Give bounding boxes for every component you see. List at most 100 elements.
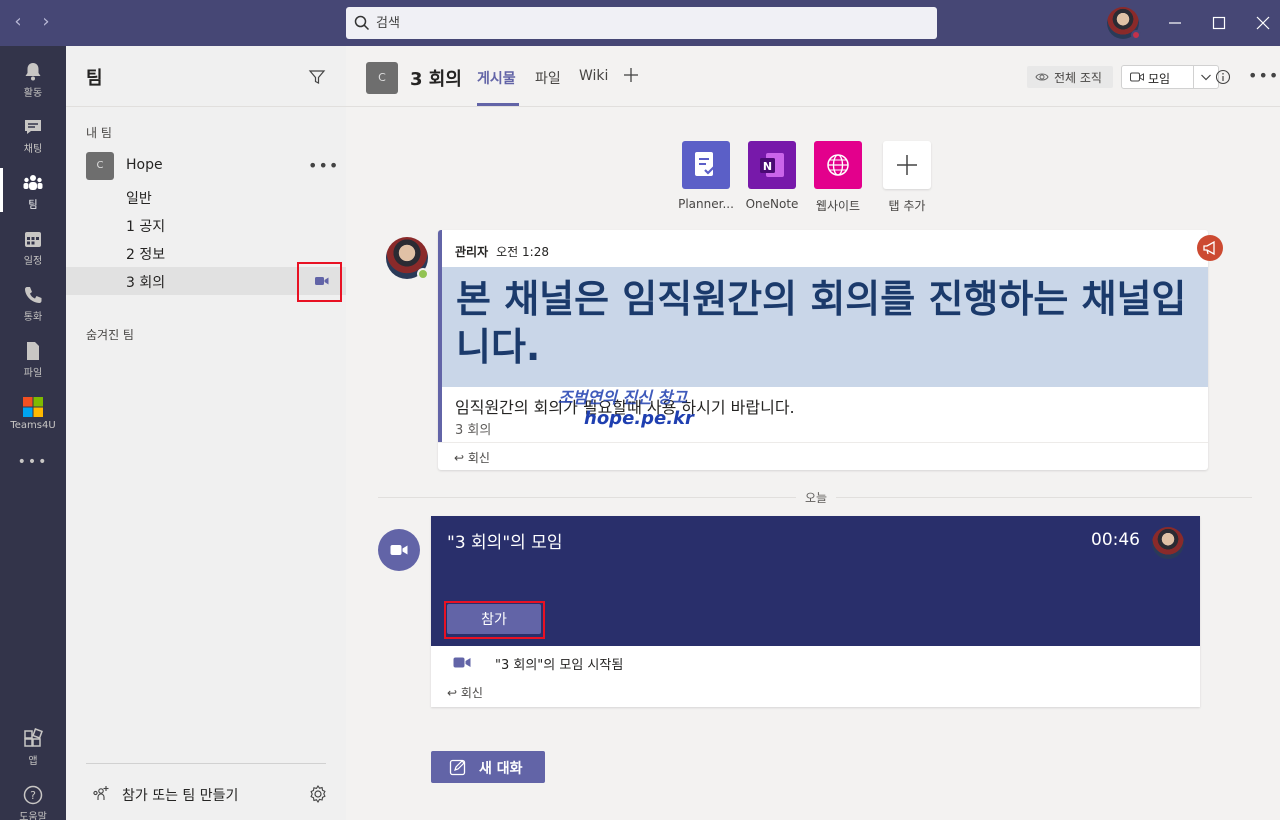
rail-item-chat[interactable]: 채팅 [0, 106, 66, 162]
compose-icon [449, 759, 466, 776]
title-bar: ‹ › [0, 0, 1280, 46]
chevron-down-icon[interactable] [1200, 72, 1212, 82]
team-name: Hope [126, 157, 163, 173]
add-tab-tile[interactable] [883, 141, 931, 189]
channel-item[interactable]: 일반 [66, 183, 346, 211]
rail-item-label: 팀 [28, 200, 38, 211]
filter-icon[interactable] [308, 68, 326, 86]
post-author[interactable]: 관리자 [455, 245, 488, 259]
search-input[interactable] [376, 7, 916, 39]
tab-files[interactable]: 파일 [535, 68, 561, 88]
button-separator [1193, 66, 1194, 88]
planner-icon [695, 152, 716, 176]
onenote-icon: N [760, 153, 784, 177]
info-icon[interactable] [1215, 69, 1231, 85]
rail-item-label: 일정 [23, 256, 43, 267]
planner-app-tile[interactable] [682, 141, 730, 189]
calendar-icon [25, 232, 41, 247]
back-arrow-icon[interactable]: ‹ [8, 12, 28, 32]
gear-icon[interactable] [308, 784, 328, 804]
rail-item-files[interactable]: 파일 [0, 330, 66, 386]
announcement-post: 관리자 오전 1:28 본 채널은 임직원간의 회의를 진행하는 채널입니다. 임… [438, 230, 1223, 470]
org-wide-label: 전체 조직 [1054, 71, 1102, 85]
meeting-banner: "3 회의"의 모임 00:46 참가 [431, 516, 1200, 646]
tab-posts[interactable]: 게시물 [477, 68, 516, 88]
search-icon [354, 15, 370, 31]
org-wide-button[interactable]: 전체 조직 [1027, 66, 1113, 88]
rail-item-teams4u[interactable]: Teams4U [0, 386, 66, 442]
plus-icon [897, 155, 917, 175]
website-app-tile[interactable] [814, 141, 862, 189]
add-tab-icon[interactable] [622, 66, 640, 84]
channel-label: 3 회의 [126, 275, 166, 291]
more-options-icon[interactable]: ••• [1248, 66, 1279, 85]
post-divider [438, 442, 1208, 443]
post-meta: 관리자 오전 1:28 [455, 243, 549, 260]
join-create-team-button[interactable]: 참가 또는 팀 만들기 [86, 782, 336, 806]
user-avatar[interactable] [1107, 7, 1141, 40]
meeting-started-text: "3 회의"의 모임 시작됨 [495, 658, 624, 673]
video-camera-icon [390, 545, 408, 555]
post-channel-tag: 3 회의 [455, 423, 492, 438]
reply-button[interactable]: ↩ 회신 [454, 449, 490, 466]
reply-label: 회신 [460, 686, 483, 700]
new-conversation-button[interactable]: 새 대화 [431, 751, 545, 783]
day-divider-label: 오늘 [796, 489, 836, 506]
phone-icon [25, 287, 42, 303]
onenote-label: OneNote [745, 197, 799, 211]
teams4u-icon [23, 397, 43, 417]
file-icon [27, 342, 39, 360]
apps-icon [24, 728, 43, 747]
rail-item-teams[interactable]: 팀 [0, 162, 66, 218]
rail-item-apps[interactable]: 앱 [0, 718, 66, 774]
reply-button[interactable]: ↩ 회신 [447, 684, 483, 701]
channel-avatar: C [366, 62, 398, 94]
watermark-url: hope.pe.kr [584, 408, 694, 429]
globe-icon [827, 154, 849, 176]
meet-now-button[interactable]: 모임 [1121, 65, 1219, 89]
rail-item-calls[interactable]: 통화 [0, 274, 66, 330]
meeting-title: "3 회의"의 모임 [447, 533, 563, 553]
more-dots-icon: ••• [17, 454, 49, 470]
search-box[interactable] [346, 7, 937, 39]
rail-item-label: 파일 [23, 368, 43, 379]
video-camera-icon [453, 657, 471, 668]
pane-divider [66, 106, 346, 107]
close-icon[interactable] [1253, 13, 1273, 33]
minimize-icon[interactable] [1165, 13, 1185, 33]
app-rail: 활동 채팅 팀 일정 통화 파일 Teams4U ••• 앱 ? 도움말 [0, 46, 66, 820]
rail-item-calendar[interactable]: 일정 [0, 218, 66, 274]
participant-avatar[interactable] [1152, 527, 1184, 559]
rail-item-label: Teams4U [10, 420, 56, 431]
maximize-icon[interactable] [1209, 13, 1229, 33]
my-teams-label: 내 팀 [86, 126, 112, 140]
rail-item-label: 활동 [23, 88, 43, 99]
channel-label: 일반 [126, 191, 152, 207]
video-camera-icon [1130, 72, 1144, 82]
reply-arrow-icon: ↩ [447, 686, 461, 700]
rail-item-help[interactable]: ? 도움말 [0, 774, 66, 820]
eye-icon [1035, 73, 1049, 81]
rail-more-apps[interactable]: ••• [0, 446, 66, 486]
rail-item-activity[interactable]: 활동 [0, 50, 66, 106]
more-options-icon[interactable]: ••• [308, 156, 339, 175]
pane-divider [86, 763, 326, 764]
channel-item[interactable]: 1 공지 [66, 211, 346, 239]
teams-pane: 팀 내 팀 C Hope ••• 일반 1 공지 2 정보 3 회의 숨겨진 팀… [66, 46, 346, 820]
rail-item-label: 도움말 [19, 812, 47, 820]
team-avatar: C [86, 152, 114, 180]
svg-text:N: N [763, 160, 772, 173]
onenote-app-tile[interactable]: N [748, 141, 796, 189]
forward-arrow-icon[interactable]: › [36, 12, 56, 32]
tab-wiki[interactable]: Wiki [579, 68, 608, 84]
add-team-icon [93, 786, 109, 800]
meeting-indicator [378, 529, 420, 571]
team-row-hope[interactable]: C Hope ••• [86, 152, 339, 180]
available-status-icon [417, 268, 429, 280]
chat-icon [25, 120, 41, 134]
channel-header: C 3 회의 게시물 파일 Wiki 전체 조직 모임 ••• [346, 46, 1280, 107]
channel-label: 2 정보 [126, 247, 166, 263]
new-conversation-label: 새 대화 [479, 761, 523, 777]
meeting-card: "3 회의"의 모임 00:46 참가 "3 회의"의 모임 시작됨 ↩ 회신 [431, 516, 1200, 707]
hidden-teams-label[interactable]: 숨겨진 팀 [86, 326, 134, 343]
